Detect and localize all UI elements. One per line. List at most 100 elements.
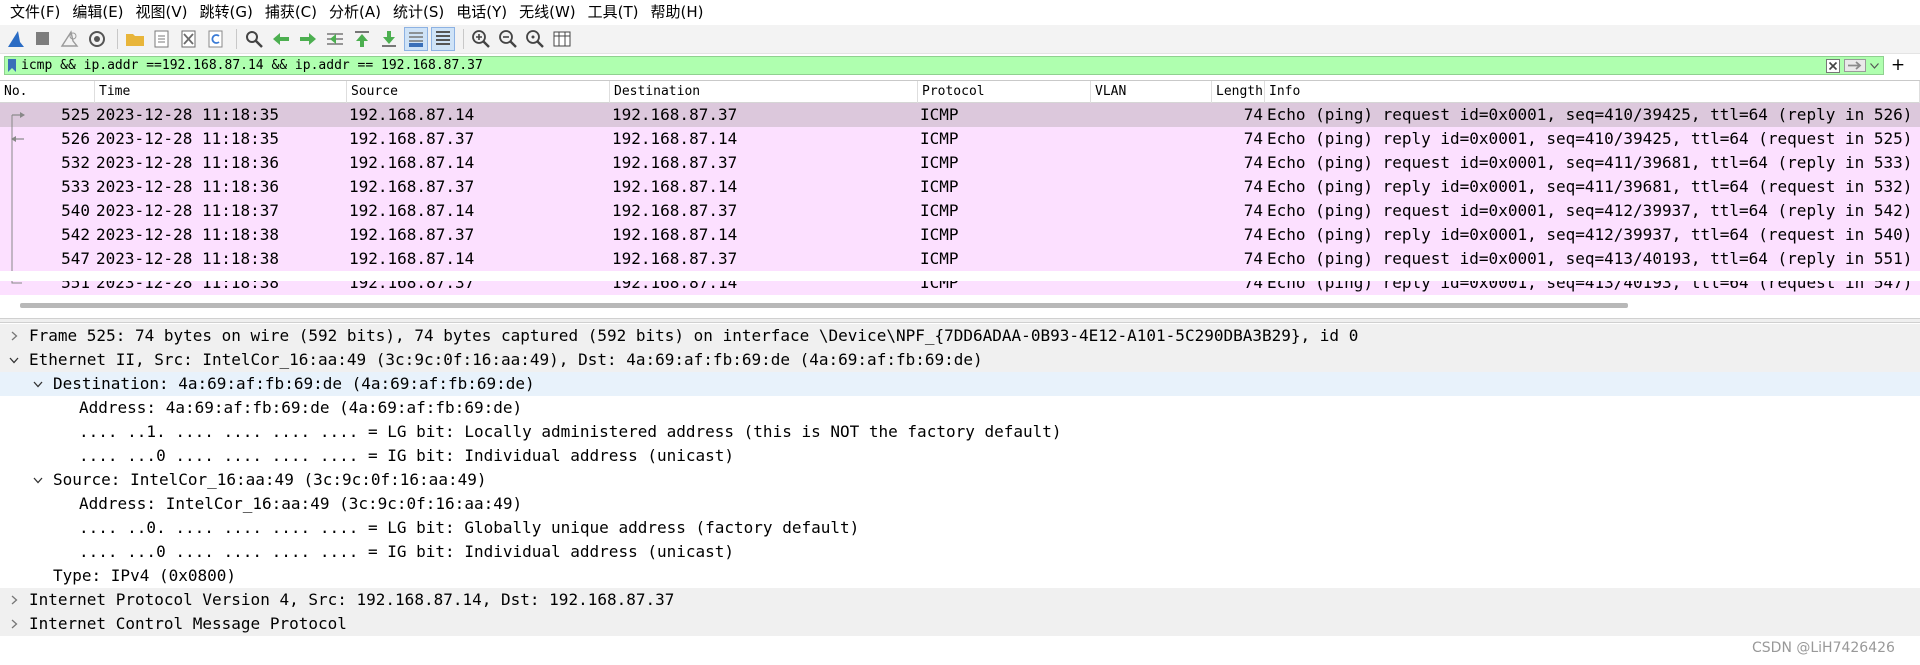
menu-item-3[interactable]: 跳转(G) [194, 0, 259, 25]
tree-item[interactable]: .... ..0. .... .... .... .... = LG bit: … [0, 516, 1920, 540]
go-back-icon[interactable] [269, 27, 293, 51]
display-filter-input[interactable]: icmp && ip.addr ==192.168.87.14 && ip.ad… [19, 57, 1825, 74]
column-header-no[interactable]: No. [0, 81, 95, 103]
packet-list-empty-area [0, 271, 1920, 281]
packet-cell-vlan [1093, 151, 1211, 175]
resize-columns-icon[interactable] [550, 27, 574, 51]
open-file-icon[interactable] [123, 27, 147, 51]
tree-item[interactable]: Address: IntelCor_16:aa:49 (3c:9c:0f:16:… [0, 492, 1920, 516]
packet-cell-info: Echo (ping) request id=0x0001, seq=412/3… [1267, 201, 1913, 220]
filter-history-chevron-down-icon[interactable] [1867, 58, 1881, 73]
zoom-in-icon[interactable] [469, 27, 493, 51]
packet-cell-src: 192.168.87.14 [349, 153, 475, 172]
packet-cell-len: 74 [1243, 105, 1263, 124]
menu-item-1[interactable]: 编辑(E) [66, 0, 129, 25]
colorize-icon[interactable] [431, 27, 455, 51]
last-packet-icon[interactable] [377, 27, 401, 51]
table-row[interactable]: 532 2023-12-28 11:18:36 192.168.87.14 192.1… [0, 151, 1920, 175]
tree-item-label: Source: IntelCor_16:aa:49 (3c:9c:0f:16:a… [53, 470, 487, 489]
packet-details-tree: Frame 525: 74 bytes on wire (592 bits), … [0, 324, 1920, 665]
chevron-down-icon[interactable] [30, 372, 46, 396]
related-packet-indicator-icon [4, 127, 26, 151]
chevron-right-icon[interactable] [6, 324, 22, 348]
menu-item-8[interactable]: 无线(W) [513, 0, 582, 25]
column-header-source[interactable]: Source [347, 81, 610, 103]
packet-cell-vlan [1093, 199, 1211, 223]
go-to-packet-icon[interactable] [323, 27, 347, 51]
packet-cell-len: 74 [1243, 225, 1263, 244]
table-row[interactable]: 540 2023-12-28 11:18:37 192.168.87.14 192.1… [0, 199, 1920, 223]
tree-item-label: Type: IPv4 (0x0800) [53, 566, 237, 585]
packet-list-horizontal-scrollbar[interactable] [0, 301, 1920, 309]
first-packet-icon[interactable] [350, 27, 374, 51]
stop-capture-icon[interactable] [31, 27, 55, 51]
menu-item-9[interactable]: 工具(T) [582, 0, 645, 25]
packet-list-header: No. Time Source Destination Protocol VLAN Leng… [0, 81, 1920, 103]
menu-item-2[interactable]: 视图(V) [130, 0, 194, 25]
column-header-info[interactable]: Info [1265, 81, 1920, 103]
tree-item[interactable]: Internet Protocol Version 4, Src: 192.16… [0, 588, 1920, 612]
table-row[interactable]: 533 2023-12-28 11:18:36 192.168.87.37 192.1… [0, 175, 1920, 199]
table-row[interactable]: 525 2023-12-28 11:18:35 192.168.87.14 192.1… [0, 103, 1920, 127]
chevron-down-icon[interactable] [6, 348, 22, 372]
toolbar-separator [463, 29, 464, 49]
menu-item-4[interactable]: 捕获(C) [259, 0, 323, 25]
menu-item-10[interactable]: 帮助(H) [645, 0, 710, 25]
packet-cell-time: 2023-12-28 11:18:35 [96, 129, 280, 148]
apply-filter-icon[interactable] [1843, 58, 1867, 73]
chevron-right-icon[interactable] [6, 612, 22, 636]
packet-cell-vlan [1093, 103, 1211, 127]
chevron-right-icon[interactable] [6, 588, 22, 612]
packet-cell-proto: ICMP [920, 105, 959, 124]
tree-item[interactable]: Destination: 4a:69:af:fb:69:de (4a:69:af… [0, 372, 1920, 396]
related-packet-indicator-icon [4, 151, 26, 175]
find-packet-icon[interactable] [242, 27, 266, 51]
column-header-protocol[interactable]: Protocol [918, 81, 1091, 103]
packet-cell-src: 192.168.87.14 [349, 105, 475, 124]
go-forward-icon[interactable] [296, 27, 320, 51]
column-header-time[interactable]: Time [95, 81, 347, 103]
column-header-destination[interactable]: Destination [610, 81, 918, 103]
tree-item[interactable]: Ethernet II, Src: IntelCor_16:aa:49 (3c:… [0, 348, 1920, 372]
tree-item[interactable]: .... ...0 .... .... .... .... = IG bit: … [0, 444, 1920, 468]
zoom-out-icon[interactable] [496, 27, 520, 51]
packet-cell-dst: 192.168.87.14 [612, 129, 738, 148]
menu-item-0[interactable]: 文件(F) [4, 0, 66, 25]
pane-splitter[interactable] [0, 318, 1920, 323]
packet-cell-time: 2023-12-28 11:18:35 [96, 105, 280, 124]
scrollbar-thumb[interactable] [20, 303, 1628, 308]
table-row[interactable]: 526 2023-12-28 11:18:35 192.168.87.37 192.1… [0, 127, 1920, 151]
tree-item[interactable]: Internet Control Message Protocol [0, 612, 1920, 636]
shark-fin-start-icon[interactable] [4, 27, 28, 51]
menu-item-6[interactable]: 统计(S) [387, 0, 450, 25]
zoom-normal-icon[interactable] [523, 27, 547, 51]
packet-cell-vlan [1093, 223, 1211, 247]
tree-item[interactable]: .... ...0 .... .... .... .... = IG bit: … [0, 540, 1920, 564]
tree-item[interactable]: Address: 4a:69:af:fb:69:de (4a:69:af:fb:… [0, 396, 1920, 420]
packet-cell-src: 192.168.87.14 [349, 201, 475, 220]
chevron-down-icon[interactable] [30, 468, 46, 492]
tree-item[interactable]: Frame 525: 74 bytes on wire (592 bits), … [0, 324, 1920, 348]
column-header-vlan[interactable]: VLAN [1091, 81, 1212, 103]
save-file-icon[interactable] [150, 27, 174, 51]
table-row[interactable]: 542 2023-12-28 11:18:38 192.168.87.37 192.1… [0, 223, 1920, 247]
packet-cell-time: 2023-12-28 11:18:38 [96, 225, 280, 244]
tree-item[interactable]: Type: IPv4 (0x0800) [0, 564, 1920, 588]
capture-options-icon[interactable] [85, 27, 109, 51]
tree-item-label: .... ..1. .... .... .... .... = LG bit: … [79, 422, 1062, 441]
restart-capture-icon[interactable] [58, 27, 82, 51]
reload-file-icon[interactable] [204, 27, 228, 51]
tree-item[interactable]: .... ..1. .... .... .... .... = LG bit: … [0, 420, 1920, 444]
packet-cell-src: 192.168.87.14 [349, 249, 475, 268]
close-file-icon[interactable] [177, 27, 201, 51]
clear-filter-icon[interactable] [1825, 58, 1841, 73]
tree-item[interactable]: Source: IntelCor_16:aa:49 (3c:9c:0f:16:a… [0, 468, 1920, 492]
table-row[interactable]: 547 2023-12-28 11:18:38 192.168.87.14 192.1… [0, 247, 1920, 271]
add-filter-button-plus-icon[interactable]: + [1888, 56, 1908, 75]
filter-bookmark-icon[interactable] [5, 57, 19, 74]
menu-item-5[interactable]: 分析(A) [323, 0, 387, 25]
column-header-length[interactable]: Length [1212, 81, 1265, 103]
packet-cell-vlan [1093, 127, 1211, 151]
menu-item-7[interactable]: 电话(Y) [450, 0, 513, 25]
auto-scroll-icon[interactable] [404, 27, 428, 51]
